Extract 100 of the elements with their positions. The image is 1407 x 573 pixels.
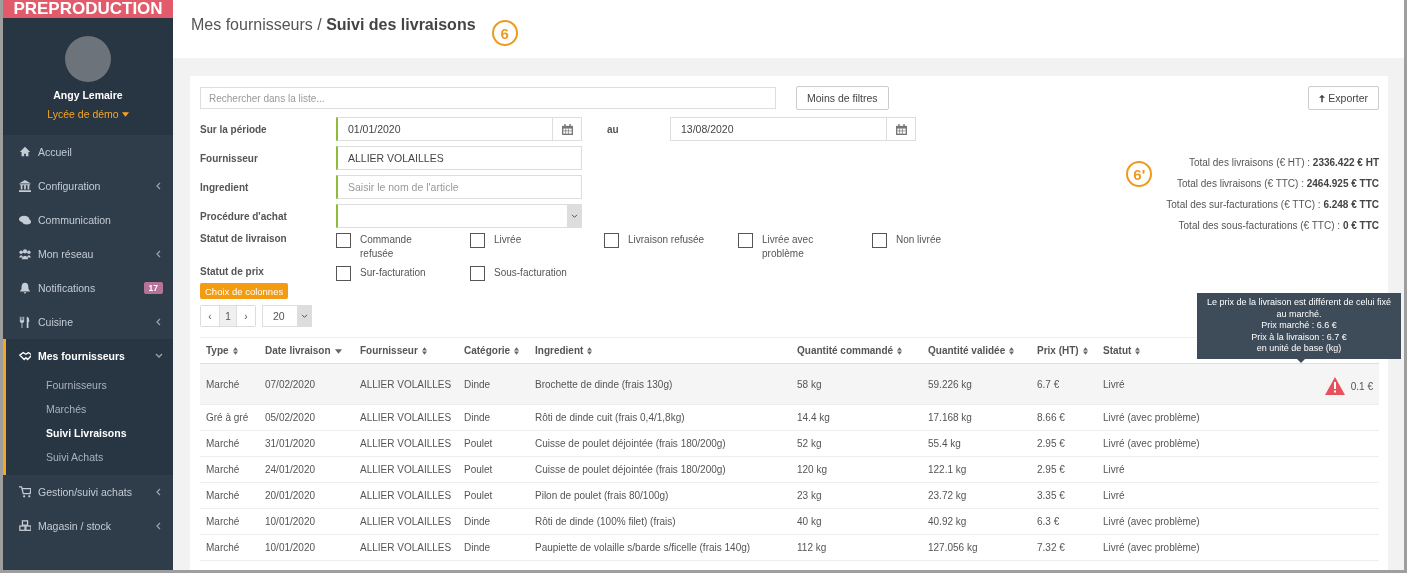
column-header[interactable]: Ingredient [529,337,791,364]
environment-banner: PREPRODUCTION [3,0,173,18]
sidebar-item[interactable]: Accueil [3,135,173,169]
sidebar-item[interactable]: Communication [3,203,173,237]
column-header[interactable]: Quantité commandé [791,337,922,364]
sidebar-item[interactable]: Cuisine [3,305,173,339]
table-cell: 40.92 kg [922,508,1031,535]
supplier-field[interactable]: ALLIER VOLAILLES [336,146,582,170]
cubes-icon [19,520,31,532]
sidebar-item[interactable]: Magasin / stock [3,509,173,543]
column-header[interactable]: Prix (HT) [1031,337,1097,364]
chevron-down-icon [300,313,308,319]
filter-toggle-button[interactable]: Moins de filtres [796,86,889,110]
table-cell: Cuisse de poulet déjointée (frais 180/200g) [529,430,791,457]
users-icon [19,248,31,260]
table-cell: 55.4 kg [922,430,1031,457]
column-header[interactable]: Fournisseur [354,337,458,364]
sidebar-item[interactable]: Gestion/suivi achats [3,475,173,509]
sidebar-item[interactable]: Configuration [3,169,173,203]
table-row[interactable]: Marché 31/01/2020 ALLIER VOLAILLES Poulet Cuisse de poulet déjointée (frais 180/200g) 52 kg 55.4 kg 2.95 € Livré (avec problème) [200,430,1379,457]
table-cell: Livré [1097,363,1217,405]
table-cell: Cuisse de poulet déjointée (frais 180/200g) [529,456,791,483]
table-cell: 10/01/2020 [259,508,354,535]
table-cell: Marché [200,430,259,457]
checkbox[interactable] [604,233,619,248]
field-label: Ingredient [200,181,250,193]
ingredient-field[interactable]: Saisir le nom de l'article [336,175,582,199]
page-button[interactable]: 1 [219,306,237,326]
total-line: Total des livraisons (€ TTC) : 2464.925 € TTC [1176,177,1379,191]
table-row[interactable]: Marché 10/01/2020 ALLIER VOLAILLES Dinde Rôti de dinde (100% filet) (frais) 40 kg 40.92 kg 6.3 € Livré (avec problème) [200,508,1379,535]
date-field[interactable]: 01/01/2020 [336,117,582,141]
table-cell: 05/02/2020 [259,404,354,431]
checkbox[interactable] [738,233,753,248]
table-cell: Marché [200,534,259,561]
export-button[interactable]: Exporter [1308,86,1379,110]
checkbox[interactable] [872,233,887,248]
table-cell: ALLIER VOLAILLES [354,482,458,509]
table-cell: 2.95 € [1031,456,1097,483]
upload-icon [1319,93,1326,103]
column-header[interactable]: Quantité validée [922,337,1031,364]
submenu-item[interactable]: Suivi Achats [6,445,173,469]
date-field[interactable]: 13/08/2020 [670,117,916,141]
field-label: Statut de livraison [200,233,288,244]
table-row[interactable]: Marché 24/01/2020 ALLIER VOLAILLES Poulet Cuisse de poulet déjointée (frais 180/200g) 120 kg 122.1 kg 2.95 € Livré [200,456,1379,483]
school-selector[interactable]: Lycée de démo [47,108,129,120]
sidebar-item[interactable]: Notifications 17 [3,271,173,305]
checkbox[interactable] [470,266,485,281]
table-cell: 2.95 € [1031,430,1097,457]
table-cell: ALLIER VOLAILLES [354,404,458,431]
column-header[interactable]: Catégorie [458,337,529,364]
calendar-icon [895,123,907,135]
caret-icon [121,111,129,117]
table-row[interactable]: Marché 20/01/2020 ALLIER VOLAILLES Poulet Pilon de poulet (frais 80/100g) 23 kg 23.72 kg 3.35 € Livré [200,482,1379,509]
table-row[interactable]: Gré à gré 05/02/2020 ALLIER VOLAILLES Dinde Rôti de dinde cuit (frais 0,4/1,8kg) 14.4 kg 17.168 kg 8.66 € Livré (avec problème) [200,404,1379,431]
table-cell: Marché [200,482,259,509]
table-cell: Livré [1097,482,1217,509]
table-cell: 58 kg [791,363,922,405]
search-field[interactable]: Rechercher dans la liste... [200,87,776,109]
checkbox-label: Sur-facturation [360,266,427,280]
table-cell: Brochette de dinde (frais 130g) [529,363,791,405]
submenu-item[interactable]: Suivi Livraisons [6,421,173,445]
table-row[interactable]: Marché 07/02/2020 ALLIER VOLAILLES Dinde Brochette de dinde (frais 130g) 58 kg 59.226 kg 6.7 € Livré 0.1 € [200,363,1379,405]
table-cell: Poulet [458,482,529,509]
submenu-item[interactable]: Marchés [6,397,173,421]
checkbox[interactable] [336,266,351,281]
sidebar-item[interactable]: Mes fournisseurs [6,339,173,373]
table-cell: 20/01/2020 [259,482,354,509]
table-cell: Pilon de poulet (frais 80/100g) [529,482,791,509]
callout-marker: 6 [491,20,518,46]
table-cell: ALLIER VOLAILLES [354,508,458,535]
table-row[interactable]: Marché 10/01/2020 ALLIER VOLAILLES Dinde Paupiette de volaille s/barde s/ficelle (frais 140g) 112 kg 127.056 kg 7.32 € Livré (avec problème) [200,534,1379,561]
chat-icon [19,214,31,226]
page-size-dropdown[interactable]: 20 [262,305,312,327]
table-cell: 127.056 kg [922,534,1031,561]
table-cell: Poulet [458,456,529,483]
tooltip-text: Prix marché : 6.6 € [1260,320,1338,332]
submenu-item[interactable]: Fournisseurs [6,373,173,397]
total-line: Total des sur-facturations (€ TTC) : 6.248 € TTC [1166,198,1379,212]
sort-icon [1135,347,1141,356]
sidebar-item[interactable]: Mon réseau [3,237,173,271]
chevron-down-icon [570,213,578,219]
checkbox[interactable] [470,233,485,248]
checkbox[interactable] [336,233,351,248]
table-cell: 7.32 € [1031,534,1097,561]
checkbox-label: Livraison refusée [628,233,706,247]
table-cell: Livré (avec problème) [1097,508,1217,535]
user-name: Angy Lemaire [53,89,123,101]
sort-icon [587,347,593,356]
table-cell: 8.66 € [1031,404,1097,431]
table-cell: 07/02/2020 [259,363,354,405]
tooltip-text: Le prix de la livraison est différent de celui fixé au marché. [1206,297,1392,320]
price-gap: 0.1 € [1350,380,1373,392]
table-cell: Paupiette de volaille s/barde s/ficelle (frais 140g) [529,534,791,561]
column-header[interactable]: Date livraison [259,337,354,364]
sort-icon [1082,347,1088,356]
column-header[interactable]: Type [200,337,259,364]
table-cell: 59.226 kg [922,363,1031,405]
table-cell: 23.72 kg [922,482,1031,509]
table-cell: Poulet [458,430,529,457]
table-cell: Marché [200,363,259,405]
